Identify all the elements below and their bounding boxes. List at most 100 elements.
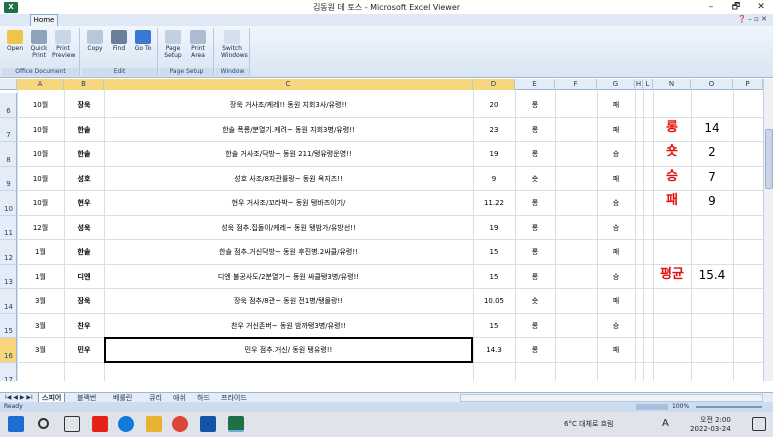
vertical-scroll-thumb[interactable] — [765, 129, 773, 189]
vertical-scrollbar[interactable] — [763, 79, 773, 381]
cell-b[interactable]: 한솔 — [64, 149, 104, 159]
column-header-o[interactable]: O — [691, 79, 733, 90]
cell-a[interactable]: 10월 — [17, 198, 64, 208]
cell-e[interactable]: 롱 — [515, 345, 555, 355]
row-header[interactable]: 11 — [0, 215, 17, 240]
cell-g[interactable]: 패 — [597, 100, 635, 110]
column-header-f[interactable]: F — [555, 79, 597, 90]
cell-g[interactable]: 패 — [597, 174, 635, 184]
stat-label[interactable]: 숏 — [653, 144, 691, 160]
cell-c[interactable]: 한솔 거사조/닥방~ 동원 211/탱유령운영!! — [104, 149, 473, 159]
cell-d[interactable]: 10.05 — [473, 296, 515, 306]
average-value[interactable]: 15.4 — [691, 267, 733, 283]
row-header[interactable]: 16 — [0, 338, 17, 363]
select-all-corner[interactable] — [0, 79, 17, 90]
cell-a[interactable]: 12월 — [17, 223, 64, 233]
task-view-icon[interactable] — [64, 416, 80, 432]
cell-b[interactable]: 현우 — [64, 198, 104, 208]
ime-indicator[interactable]: A — [662, 419, 669, 429]
clock-time[interactable]: 오전 2:00 — [700, 416, 731, 424]
cell-c[interactable]: 성욱 점추.집돌이/케레~ 동원 탱밤가/유방선!! — [104, 223, 473, 233]
cell-e[interactable]: 숏 — [515, 296, 555, 306]
cell-a[interactable]: 10월 — [17, 174, 64, 184]
cell-e[interactable]: 롱 — [515, 223, 555, 233]
minimize-button[interactable]: – — [700, 0, 722, 14]
cell-c[interactable]: 디엔 불공사도/2분열기~ 동원 싸클탱3병/유령!! — [104, 272, 473, 282]
cell-c[interactable]: 현우 거사조/꼬라박~ 동원 탱바즈이기/ — [104, 198, 473, 208]
quick-print-button[interactable]: Quick Print — [28, 30, 50, 59]
excel-taskbar-icon[interactable] — [228, 416, 244, 432]
stat-label[interactable]: 롱 — [653, 120, 691, 136]
view-buttons[interactable] — [636, 404, 668, 410]
cell-b[interactable]: 찬우 — [64, 321, 104, 331]
stat-label[interactable]: 승 — [653, 169, 691, 185]
maximize-button[interactable]: 🗗 — [725, 0, 747, 14]
cell-e[interactable]: 롱 — [515, 149, 555, 159]
cell-d[interactable]: 19 — [473, 149, 515, 159]
row-header[interactable]: 14 — [0, 289, 17, 314]
row-header[interactable]: 13 — [0, 264, 17, 289]
column-header-d[interactable]: D — [473, 79, 515, 90]
row-header[interactable]: 17 — [0, 362, 17, 381]
cell-e[interactable]: 롱 — [515, 321, 555, 331]
column-header-e[interactable]: E — [515, 79, 555, 90]
row-header[interactable]: 12 — [0, 240, 17, 265]
cell-c[interactable]: 장욱 점추/8관~ 동원 전1병/탱몰랑!! — [104, 296, 473, 306]
cell-c[interactable]: 찬우 거신존버~ 동원 밤까탱3병/유령!! — [104, 321, 473, 331]
chrome-icon[interactable] — [172, 416, 188, 432]
column-header-a[interactable]: A — [17, 79, 64, 90]
cell-c[interactable]: 한솔 점추.거신닥방~ 동원 후진병.2싸클/유령!! — [104, 247, 473, 257]
cell-c[interactable]: 한솔 폭룡/분열기.케려~ 동원 지회3병/유령!! — [104, 125, 473, 135]
app-icon[interactable] — [200, 416, 216, 432]
cell-d[interactable]: 20 — [473, 100, 515, 110]
youtube-icon[interactable] — [92, 416, 108, 432]
workbook-controls[interactable]: ❓ – ▫ ✕ — [737, 15, 767, 23]
print-preview-button[interactable]: Print Preview — [52, 30, 75, 59]
row-header[interactable]: 7 — [0, 117, 17, 142]
switch-windows-button[interactable]: Switch Windows — [221, 30, 248, 59]
cell-b[interactable]: 성호 — [64, 174, 104, 184]
stat-value[interactable]: 2 — [691, 144, 733, 160]
cell-b[interactable]: 장욱 — [64, 100, 104, 110]
cell-b[interactable]: 디엔 — [64, 272, 104, 282]
edge-icon[interactable] — [118, 416, 134, 432]
column-header-g[interactable]: G — [597, 79, 635, 90]
row-header[interactable]: 6 — [0, 93, 17, 118]
cell-b[interactable]: 성욱 — [64, 223, 104, 233]
column-header-b[interactable]: B — [64, 79, 104, 90]
cell-a[interactable]: 1월 — [17, 247, 64, 257]
column-header-l[interactable]: L — [643, 79, 653, 90]
stat-value[interactable]: 7 — [691, 169, 733, 185]
cell-e[interactable]: 롱 — [515, 247, 555, 257]
cell-d[interactable]: 9 — [473, 174, 515, 184]
stat-label[interactable]: 패 — [653, 193, 691, 209]
copy-button[interactable]: Copy — [84, 30, 106, 52]
notification-icon[interactable] — [752, 417, 766, 431]
cell-d[interactable]: 19 — [473, 223, 515, 233]
cell-b[interactable]: 장욱 — [64, 296, 104, 306]
horizontal-scrollbar[interactable] — [460, 394, 763, 402]
cell-a[interactable]: 1월 — [17, 272, 64, 282]
column-header-n[interactable]: N — [653, 79, 691, 90]
print-area-button[interactable]: Print Area — [187, 30, 209, 59]
windows-start-icon[interactable] — [8, 416, 24, 432]
cell-b[interactable]: 한솔 — [64, 247, 104, 257]
row-header[interactable]: 10 — [0, 191, 17, 216]
cell-a[interactable]: 10월 — [17, 125, 64, 135]
close-button[interactable]: ✕ — [750, 0, 772, 14]
clock-date[interactable]: 2022-03-24 — [690, 425, 731, 433]
page-setup-button[interactable]: Page Setup — [162, 30, 184, 59]
weather-text[interactable]: 6°C 대체로 흐림 — [564, 420, 614, 428]
cell-a[interactable]: 10월 — [17, 149, 64, 159]
file-explorer-icon[interactable] — [146, 416, 162, 432]
cell-d[interactable]: 15 — [473, 321, 515, 331]
average-label[interactable]: 평균 — [653, 267, 691, 283]
row-header[interactable]: 15 — [0, 313, 17, 338]
column-header-p[interactable]: P — [733, 79, 763, 90]
go-to-button[interactable]: Go To — [132, 30, 154, 52]
tab-home[interactable]: Home — [30, 14, 58, 26]
row-header[interactable]: 8 — [0, 142, 17, 167]
cell-e[interactable]: 롱 — [515, 272, 555, 282]
cell-g[interactable]: 패 — [597, 345, 635, 355]
cell-d[interactable]: 15 — [473, 247, 515, 257]
